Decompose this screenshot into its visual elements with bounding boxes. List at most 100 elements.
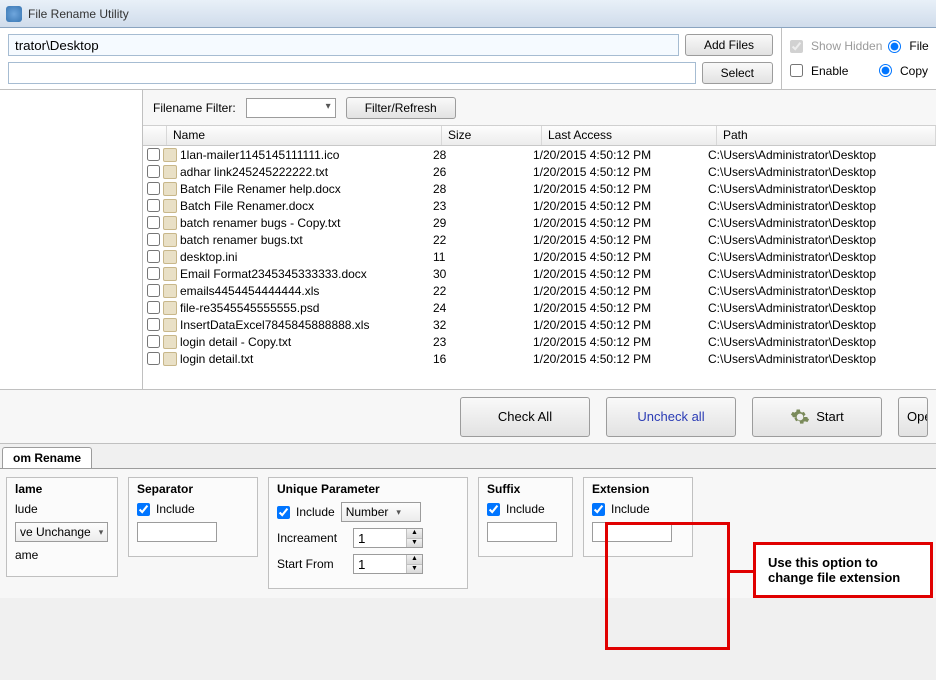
unique-type-dropdown[interactable]: Number: [341, 502, 421, 522]
file-list[interactable]: 1lan-mailer1145145111111.ico281/20/2015 …: [143, 146, 936, 389]
row-checkbox[interactable]: [147, 233, 160, 246]
file-icon: [163, 301, 177, 315]
row-checkbox[interactable]: [147, 267, 160, 280]
file-icon: [163, 199, 177, 213]
col-name-header[interactable]: Name: [167, 126, 442, 145]
row-access: 1/20/2015 4:50:12 PM: [533, 301, 708, 315]
col-access-header[interactable]: Last Access: [542, 126, 717, 145]
startfrom-spinner[interactable]: ▲▼: [353, 554, 423, 574]
row-name: batch renamer bugs.txt: [180, 233, 433, 247]
row-size: 16: [433, 352, 533, 366]
file-icon: [163, 233, 177, 247]
panel-unique-title: Unique Parameter: [277, 482, 459, 496]
row-name: Batch File Renamer help.docx: [180, 182, 433, 196]
table-row[interactable]: Email Format2345345333333.docx301/20/201…: [143, 265, 936, 282]
table-row[interactable]: emails4454454444444.xls221/20/2015 4:50:…: [143, 282, 936, 299]
row-path: C:\Users\Administrator\Desktop: [708, 199, 936, 213]
unique-include-checkbox[interactable]: [277, 506, 290, 519]
row-checkbox[interactable]: [147, 352, 160, 365]
annotation-connector: [730, 570, 755, 573]
separator-input[interactable]: [137, 522, 217, 542]
file-radio[interactable]: [888, 40, 901, 53]
increment-spinner[interactable]: ▲▼: [353, 528, 423, 548]
row-path: C:\Users\Administrator\Desktop: [708, 182, 936, 196]
row-size: 30: [433, 267, 533, 281]
folder-tree[interactable]: [0, 90, 143, 390]
table-row[interactable]: login detail.txt161/20/2015 4:50:12 PMC:…: [143, 350, 936, 367]
table-row[interactable]: batch renamer bugs - Copy.txt291/20/2015…: [143, 214, 936, 231]
row-access: 1/20/2015 4:50:12 PM: [533, 148, 708, 162]
row-size: 28: [433, 182, 533, 196]
row-access: 1/20/2015 4:50:12 PM: [533, 216, 708, 230]
suffix-include-checkbox[interactable]: [487, 503, 500, 516]
row-name: emails4454454444444.xls: [180, 284, 433, 298]
row-size: 32: [433, 318, 533, 332]
col-size-header[interactable]: Size: [442, 126, 542, 145]
panel-name: lame lude ve Unchange ame: [6, 477, 118, 577]
path-input[interactable]: [8, 34, 679, 56]
file-icon: [163, 318, 177, 332]
start-button[interactable]: Start: [752, 397, 882, 437]
name-dropdown[interactable]: ve Unchange: [15, 522, 108, 542]
row-checkbox[interactable]: [147, 165, 160, 178]
suffix-input[interactable]: [487, 522, 557, 542]
tab-rename[interactable]: om Rename: [2, 447, 92, 468]
row-size: 29: [433, 216, 533, 230]
table-row[interactable]: file-re3545545555555.psd241/20/2015 4:50…: [143, 299, 936, 316]
table-row[interactable]: InsertDataExcel7845845888888.xls321/20/2…: [143, 316, 936, 333]
row-path: C:\Users\Administrator\Desktop: [708, 267, 936, 281]
filter-refresh-button[interactable]: Filter/Refresh: [346, 97, 456, 119]
extension-input[interactable]: [592, 522, 672, 542]
row-checkbox[interactable]: [147, 182, 160, 195]
select-button[interactable]: Select: [702, 62, 773, 84]
row-path: C:\Users\Administrator\Desktop: [708, 318, 936, 332]
row-checkbox[interactable]: [147, 335, 160, 348]
row-name: file-re3545545555555.psd: [180, 301, 433, 315]
file-icon: [163, 335, 177, 349]
file-icon: [163, 182, 177, 196]
enable-label: Enable: [811, 64, 848, 78]
annotation-callout: Use this option to change file extension: [753, 542, 933, 598]
add-files-button[interactable]: Add Files: [685, 34, 773, 56]
show-hidden-checkbox[interactable]: [790, 40, 803, 53]
filter-label: Filename Filter:: [153, 101, 236, 115]
file-icon: [163, 267, 177, 281]
row-checkbox[interactable]: [147, 199, 160, 212]
show-hidden-label: Show Hidden: [811, 39, 882, 53]
startfrom-label: Start From: [277, 557, 347, 571]
row-checkbox[interactable]: [147, 284, 160, 297]
panel-separator: Separator Include: [128, 477, 258, 557]
table-row[interactable]: login detail - Copy.txt231/20/2015 4:50:…: [143, 333, 936, 350]
row-access: 1/20/2015 4:50:12 PM: [533, 250, 708, 264]
row-size: 26: [433, 165, 533, 179]
row-checkbox[interactable]: [147, 301, 160, 314]
row-name: Email Format2345345333333.docx: [180, 267, 433, 281]
copy-radio[interactable]: [879, 64, 892, 77]
row-size: 11: [433, 250, 533, 264]
table-row[interactable]: desktop.ini111/20/2015 4:50:12 PMC:\User…: [143, 248, 936, 265]
row-checkbox[interactable]: [147, 216, 160, 229]
file-icon: [163, 216, 177, 230]
extension-include-checkbox[interactable]: [592, 503, 605, 516]
table-row[interactable]: Batch File Renamer help.docx281/20/2015 …: [143, 180, 936, 197]
table-row[interactable]: 1lan-mailer1145145111111.ico281/20/2015 …: [143, 146, 936, 163]
col-path-header[interactable]: Path: [717, 126, 936, 145]
table-row[interactable]: adhar link245245222222.txt261/20/2015 4:…: [143, 163, 936, 180]
row-path: C:\Users\Administrator\Desktop: [708, 250, 936, 264]
panel-extension-title: Extension: [592, 482, 684, 496]
select-input[interactable]: [8, 62, 696, 84]
separator-include-checkbox[interactable]: [137, 503, 150, 516]
uncheck-all-button[interactable]: Uncheck all: [606, 397, 736, 437]
enable-checkbox[interactable]: [790, 64, 803, 77]
table-row[interactable]: batch renamer bugs.txt221/20/2015 4:50:1…: [143, 231, 936, 248]
row-checkbox[interactable]: [147, 148, 160, 161]
row-path: C:\Users\Administrator\Desktop: [708, 233, 936, 247]
gear-icon: [790, 407, 810, 427]
table-row[interactable]: Batch File Renamer.docx231/20/2015 4:50:…: [143, 197, 936, 214]
row-checkbox[interactable]: [147, 250, 160, 263]
check-all-button[interactable]: Check All: [460, 397, 590, 437]
filter-combo[interactable]: [246, 98, 336, 118]
row-checkbox[interactable]: [147, 318, 160, 331]
open-button[interactable]: Ope: [898, 397, 928, 437]
name-input-label: ame: [15, 548, 38, 562]
